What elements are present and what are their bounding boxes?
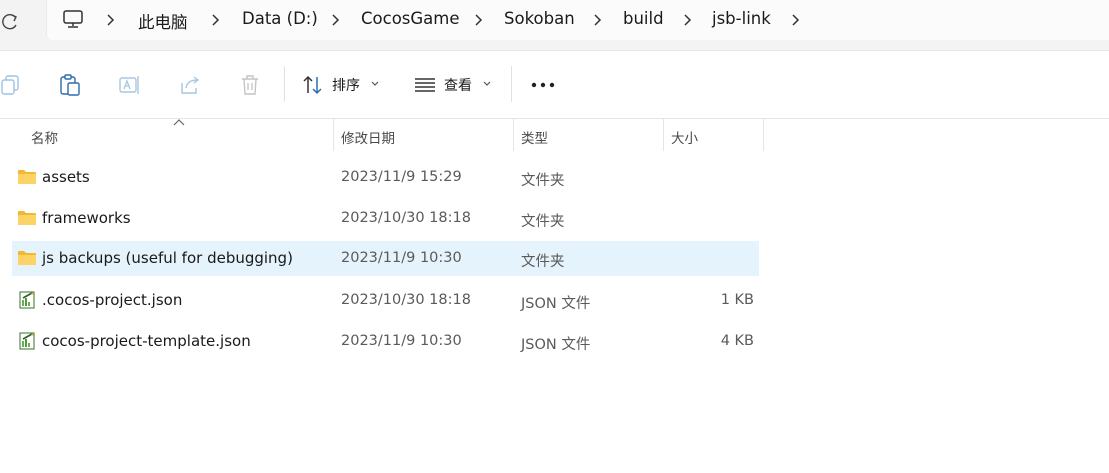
share-icon[interactable] [178,73,202,97]
file-modified: 2023/11/9 10:30 [341,333,462,349]
address-bar: 此电脑 Data (D:) CocosGame Sokoban build js… [0,0,1109,51]
column-name[interactable]: 名称 [31,127,58,147]
sort-icon [303,75,322,95]
copy-icon[interactable] [0,73,24,97]
json-file-icon [19,291,35,309]
column-divider[interactable] [333,119,334,151]
rename-icon[interactable] [118,73,142,97]
column-size[interactable]: 大小 [671,127,698,147]
view-label: 查看 [444,78,472,94]
more-options-button[interactable] [524,65,562,105]
file-name: assets [42,168,90,186]
chevron-down-icon [371,81,379,86]
column-divider[interactable] [663,119,664,151]
breadcrumb-item-this-pc[interactable]: 此电脑 [138,9,188,33]
breadcrumb-item-sokoban[interactable]: Sokoban [504,9,575,28]
file-modified: 2023/10/30 18:18 [341,292,471,308]
file-type: 文件夹 [521,254,565,270]
more-icon [531,82,555,88]
file-modified: 2023/10/30 18:18 [341,210,471,226]
chevron-right-icon[interactable] [211,13,221,27]
file-row[interactable]: cocos-project-template.json 2023/11/9 10… [12,324,759,359]
chevron-right-icon[interactable] [593,13,603,27]
file-name: frameworks [42,209,131,227]
folder-icon [18,211,36,225]
chevron-right-icon[interactable] [474,13,484,27]
column-divider[interactable] [513,119,514,151]
breadcrumb[interactable] [46,0,1109,40]
file-row[interactable]: .cocos-project.json 2023/10/30 18:18 JSO… [12,283,759,318]
view-list-icon [415,78,435,92]
delete-icon[interactable] [238,73,262,97]
file-row-selected[interactable]: js backups (useful for debugging) 2023/1… [12,241,759,276]
chevron-right-icon[interactable] [106,13,116,27]
file-row[interactable]: frameworks 2023/10/30 18:18 文件夹 [12,201,759,236]
file-type: JSON 文件 [521,296,591,312]
chevron-right-icon[interactable] [683,13,693,27]
file-modified: 2023/11/9 15:29 [341,169,462,185]
file-modified: 2023/11/9 10:30 [341,250,462,266]
sort-label: 排序 [332,78,360,94]
command-bar: 排序 查看 [0,51,1109,119]
file-name: .cocos-project.json [42,291,183,309]
file-name: cocos-project-template.json [42,332,251,350]
breadcrumb-item-jsb-link[interactable]: jsb-link [712,9,771,28]
toolbar-divider [284,66,285,102]
chevron-down-icon [483,81,491,86]
sort-ascending-icon [173,119,185,126]
column-header: 名称 修改日期 类型 大小 [0,119,1109,151]
chevron-right-icon[interactable] [791,13,801,27]
file-size: 4 KB [720,333,754,349]
sort-button[interactable]: 排序 [296,63,388,107]
file-type: 文件夹 [521,214,565,230]
toolbar-divider [511,66,512,102]
json-file-icon [19,332,35,350]
column-type[interactable]: 类型 [521,127,548,147]
chevron-right-icon[interactable] [331,13,341,27]
refresh-icon[interactable] [0,10,22,32]
this-pc-icon[interactable] [62,9,84,29]
column-divider[interactable] [763,119,764,151]
file-type: 文件夹 [521,173,565,189]
breadcrumb-item-build[interactable]: build [623,9,664,28]
file-type: JSON 文件 [521,337,591,353]
file-row[interactable]: assets 2023/11/9 15:29 文件夹 [12,160,759,195]
paste-icon[interactable] [58,73,82,97]
column-modified[interactable]: 修改日期 [341,127,395,147]
folder-icon [18,251,36,265]
breadcrumb-item-drive[interactable]: Data (D:) [242,9,318,28]
breadcrumb-item-cocosgame[interactable]: CocosGame [361,9,460,28]
file-name: js backups (useful for debugging) [42,249,293,267]
folder-icon [18,170,36,184]
file-size: 1 KB [720,292,754,308]
view-button[interactable]: 查看 [406,63,498,107]
